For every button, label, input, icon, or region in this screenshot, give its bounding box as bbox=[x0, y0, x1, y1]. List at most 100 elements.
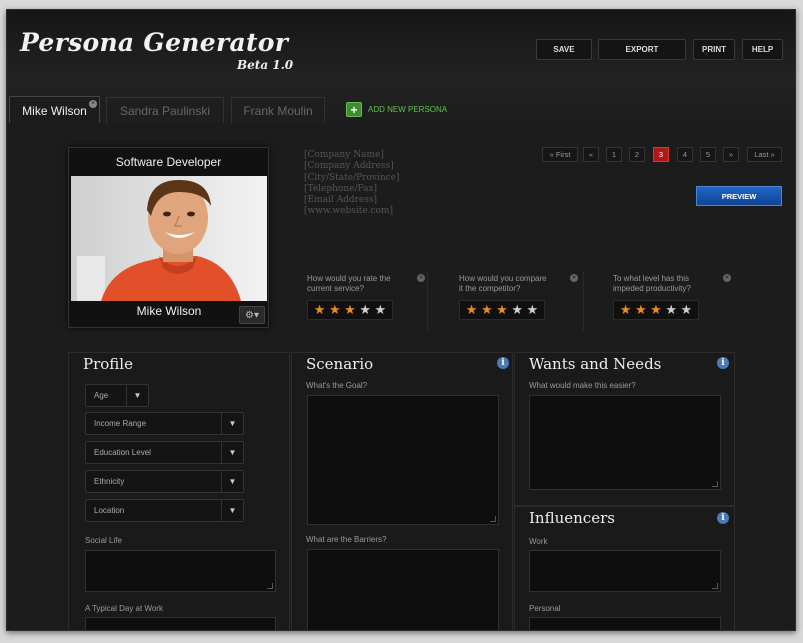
dropdown-label: Age bbox=[94, 391, 109, 400]
tab-frank-moulin[interactable]: Frank Moulin bbox=[231, 97, 325, 123]
star-icon[interactable]: ★ bbox=[314, 304, 326, 317]
pager-page-1[interactable]: 1 bbox=[606, 147, 622, 162]
close-icon[interactable]: × bbox=[723, 274, 731, 282]
preview-button[interactable]: PREVIEW bbox=[696, 186, 782, 206]
company-email: [Email Address] bbox=[304, 195, 377, 206]
easier-label: What would make this easier? bbox=[529, 381, 636, 390]
company-city: [City/State/Province] bbox=[304, 172, 400, 183]
star-rating[interactable]: ★ ★ ★ ★ ★ bbox=[459, 300, 545, 320]
rating-question-line: it the competitor? bbox=[459, 284, 521, 293]
profile-title: Profile bbox=[83, 355, 133, 373]
rating-question-line: impeded productivity? bbox=[613, 284, 691, 293]
star-icon[interactable]: ★ bbox=[527, 304, 539, 317]
tab-label: Sandra Paulinski bbox=[119, 103, 211, 118]
easier-textarea[interactable] bbox=[529, 395, 721, 490]
barriers-textarea[interactable] bbox=[307, 549, 499, 630]
chevron-down-icon: ▼ bbox=[221, 471, 243, 492]
star-icon[interactable]: ★ bbox=[375, 304, 387, 317]
rating-question: How would you rate the current service? bbox=[307, 274, 391, 294]
help-button[interactable]: HELP bbox=[742, 39, 783, 60]
rating-question: To what level has this impeded productiv… bbox=[613, 274, 691, 294]
goal-textarea[interactable] bbox=[307, 395, 499, 525]
persona-photo bbox=[71, 176, 267, 301]
app-version: Beta 1.0 bbox=[237, 58, 294, 72]
info-icon[interactable]: i bbox=[497, 357, 509, 369]
info-icon[interactable]: i bbox=[717, 512, 729, 524]
close-icon[interactable]: × bbox=[570, 274, 578, 282]
pager-page-4[interactable]: 4 bbox=[677, 147, 693, 162]
tab-label: Frank Moulin bbox=[243, 103, 313, 118]
wants-panel: Wants and Needs i What would make this e… bbox=[514, 352, 735, 506]
star-icon[interactable]: ★ bbox=[511, 304, 523, 317]
persona-card: Software Developer Mike Wilson ⚙▾ bbox=[68, 147, 269, 328]
star-icon[interactable]: ★ bbox=[681, 304, 693, 317]
dropdown-label: Education Level bbox=[94, 448, 151, 457]
social-life-textarea[interactable] bbox=[85, 550, 276, 592]
scenario-title: Scenario bbox=[306, 355, 374, 373]
pager-next[interactable]: » bbox=[723, 147, 739, 162]
star-icon[interactable]: ★ bbox=[665, 304, 677, 317]
company-phone: [Telephone/Fax] bbox=[304, 183, 378, 194]
pager-prev[interactable]: « bbox=[583, 147, 599, 162]
close-icon[interactable]: × bbox=[417, 274, 425, 282]
barriers-label: What are the Barriers? bbox=[306, 535, 387, 544]
star-icon[interactable]: ★ bbox=[650, 304, 662, 317]
location-dropdown[interactable]: Location ▼ bbox=[85, 499, 244, 522]
app-window: Persona Generator Beta 1.0 SAVE EXPORT P… bbox=[6, 9, 796, 631]
divider bbox=[583, 271, 584, 331]
pager-first[interactable]: « First bbox=[542, 147, 578, 162]
star-icon[interactable]: ★ bbox=[496, 304, 508, 317]
tab-sandra-paulinski[interactable]: Sandra Paulinski bbox=[106, 97, 224, 123]
star-icon[interactable]: ★ bbox=[466, 304, 478, 317]
pager-page-2[interactable]: 2 bbox=[629, 147, 645, 162]
influencers-panel: Influencers i Work Personal bbox=[514, 506, 735, 630]
typical-day-textarea[interactable] bbox=[85, 617, 276, 630]
star-rating[interactable]: ★ ★ ★ ★ ★ bbox=[613, 300, 699, 320]
education-level-dropdown[interactable]: Education Level ▼ bbox=[85, 441, 244, 464]
header: Persona Generator Beta 1.0 SAVE EXPORT P… bbox=[7, 10, 795, 124]
tab-mike-wilson[interactable]: Mike Wilson × bbox=[9, 96, 100, 124]
resize-handle-icon[interactable] bbox=[267, 583, 273, 589]
ethnicity-dropdown[interactable]: Ethnicity ▼ bbox=[85, 470, 244, 493]
typical-day-label: A Typical Day at Work bbox=[85, 604, 163, 613]
pager-page-5[interactable]: 5 bbox=[700, 147, 716, 162]
work-textarea[interactable] bbox=[529, 550, 721, 592]
social-life-label: Social Life bbox=[85, 536, 122, 545]
dropdown-label: Income Range bbox=[94, 419, 147, 428]
resize-handle-icon[interactable] bbox=[712, 481, 718, 487]
export-button[interactable]: EXPORT bbox=[598, 39, 686, 60]
save-button[interactable]: SAVE bbox=[536, 39, 592, 60]
goal-label: What's the Goal? bbox=[306, 381, 368, 390]
star-icon[interactable]: ★ bbox=[329, 304, 341, 317]
persona-role: Software Developer bbox=[115, 154, 222, 169]
dropdown-label: Location bbox=[94, 506, 125, 515]
persona-photo-image bbox=[71, 176, 267, 301]
divider bbox=[427, 271, 428, 331]
star-icon[interactable]: ★ bbox=[344, 304, 356, 317]
company-name: [Company Name] bbox=[304, 150, 384, 160]
star-icon[interactable]: ★ bbox=[481, 304, 493, 317]
pager-page-3[interactable]: 3 bbox=[653, 147, 669, 162]
chevron-down-icon: ▼ bbox=[126, 385, 148, 406]
income-range-dropdown[interactable]: Income Range ▼ bbox=[85, 412, 244, 435]
rating-question-line: current service? bbox=[307, 284, 364, 293]
add-new-persona-button[interactable]: + ADD NEW PERSONA bbox=[346, 102, 447, 117]
persona-settings-button[interactable]: ⚙▾ bbox=[239, 306, 265, 324]
resize-handle-icon[interactable] bbox=[712, 583, 718, 589]
company-info[interactable]: [Company Name] [Company Address] [City/S… bbox=[304, 150, 400, 218]
influencers-title: Influencers bbox=[529, 509, 615, 527]
star-rating[interactable]: ★ ★ ★ ★ ★ bbox=[307, 300, 393, 320]
company-address: [Company Address] bbox=[304, 161, 394, 172]
resize-handle-icon[interactable] bbox=[490, 516, 496, 522]
star-icon[interactable]: ★ bbox=[359, 304, 371, 317]
pager-last[interactable]: Last » bbox=[747, 147, 782, 162]
star-icon[interactable]: ★ bbox=[620, 304, 632, 317]
main-content: Software Developer Mike Wilson ⚙▾ [Compa… bbox=[7, 123, 795, 630]
close-icon[interactable]: × bbox=[89, 100, 97, 108]
star-icon[interactable]: ★ bbox=[635, 304, 647, 317]
personal-textarea[interactable] bbox=[529, 617, 721, 630]
scenario-panel: Scenario i What's the Goal? What are the… bbox=[291, 352, 513, 630]
age-dropdown[interactable]: Age ▼ bbox=[85, 384, 149, 407]
info-icon[interactable]: i bbox=[717, 357, 729, 369]
print-button[interactable]: PRINT bbox=[693, 39, 735, 60]
